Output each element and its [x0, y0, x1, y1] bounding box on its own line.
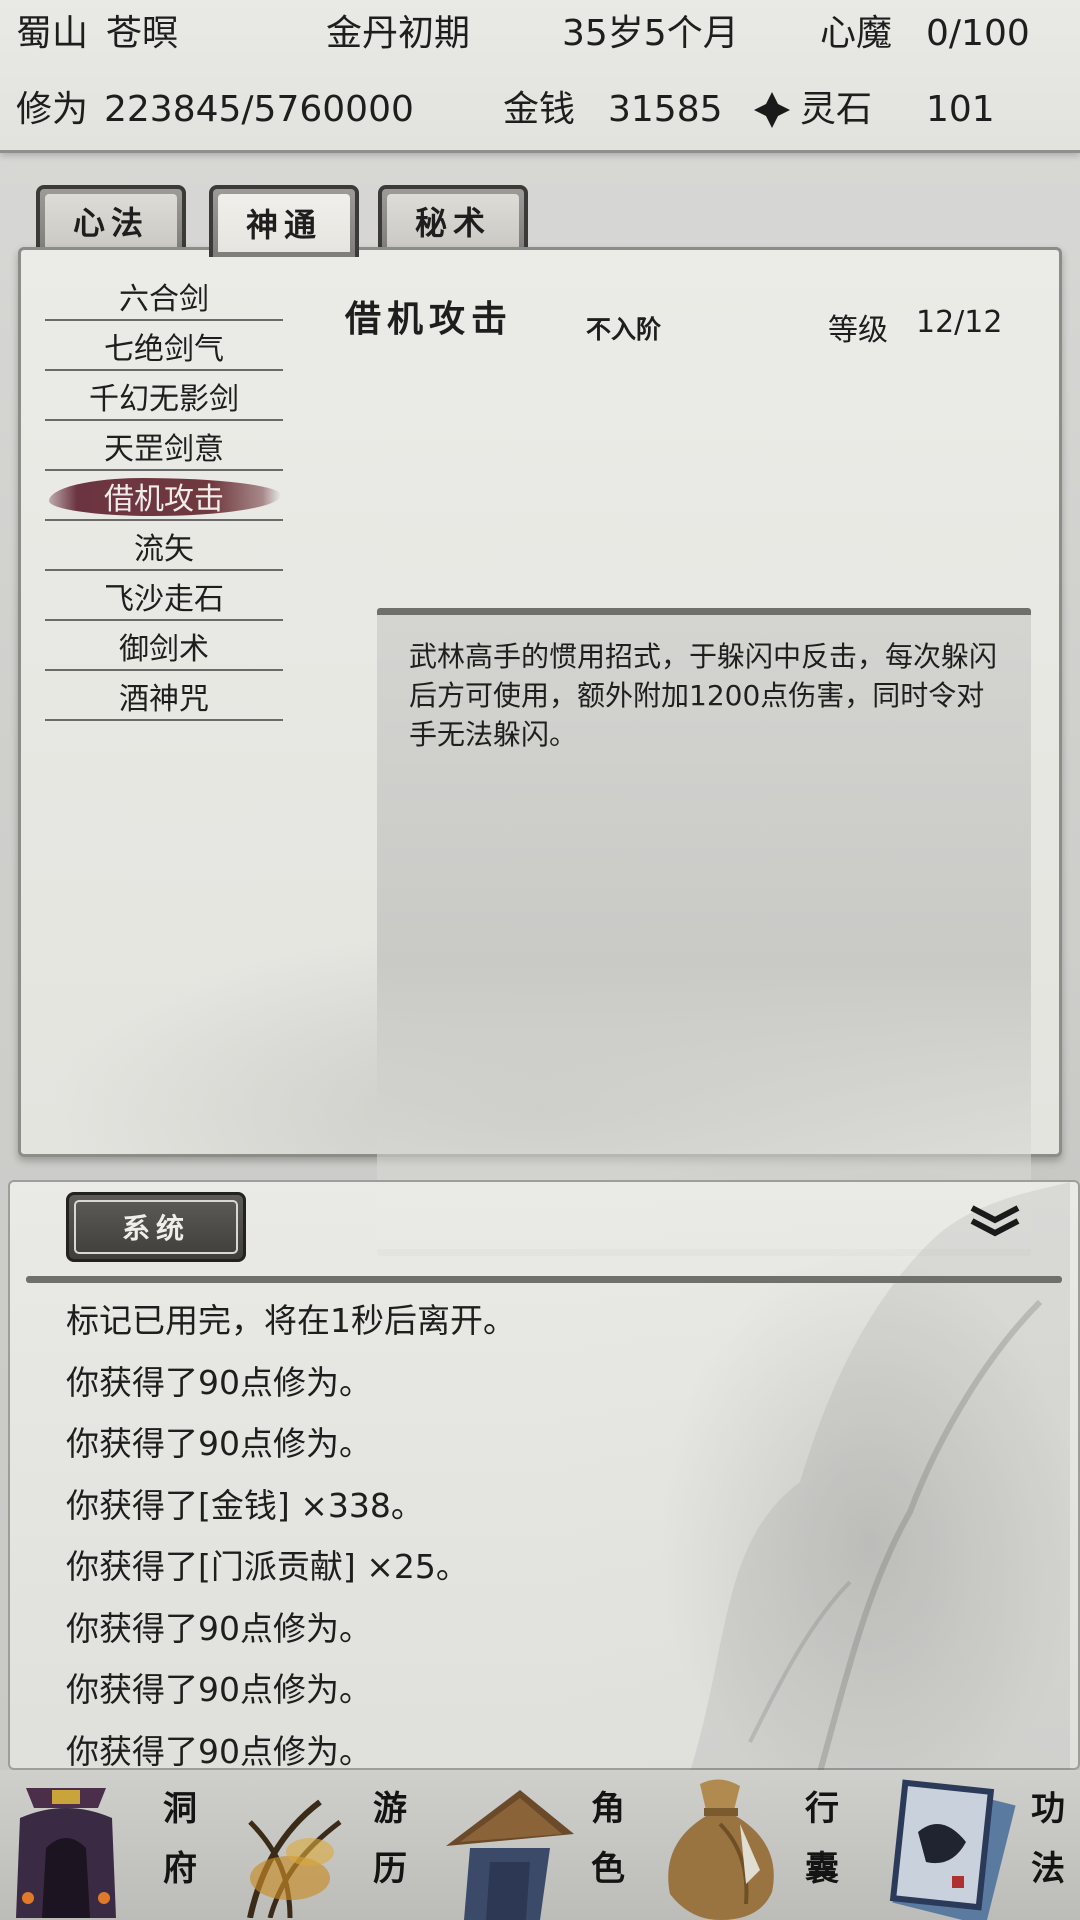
skill-item[interactable]: 六合剑 [45, 272, 283, 321]
nav-cave[interactable]: 洞 府 [0, 1770, 216, 1920]
log-message: 你获得了90点修为。 [66, 1362, 372, 1402]
skill-item[interactable]: 飞沙走石 [45, 572, 283, 621]
log-message: 你获得了90点修为。 [66, 1608, 372, 1648]
spirit-stone-value: 101 [926, 89, 995, 130]
player-name: 苍暝 [106, 13, 179, 54]
log-divider [26, 1276, 1062, 1283]
cultivation-value: 223845/5760000 [104, 89, 414, 130]
skill-list: 六合剑 七绝剑气 千幻无影剑 天罡剑意 借机攻击 流矢 飞沙走石 御剑术 酒神咒 [45, 272, 283, 722]
log-message: 你获得了[金钱] ×338。 [66, 1485, 424, 1525]
tab-mishu[interactable]: 秘术 [378, 185, 528, 253]
player-age: 35岁5个月 [562, 13, 739, 54]
skill-item[interactable]: 御剑术 [45, 622, 283, 671]
message-log-panel: 系统 标记已用完，将在1秒后离开。 你获得了90点修为。 你获得了90点修为。 … [8, 1180, 1080, 1772]
cultivation-realm: 金丹初期 [326, 13, 471, 54]
ink-mountain-decoration [690, 1182, 1070, 1772]
travel-reeds-icon [247, 1799, 342, 1918]
player-sect: 蜀山 [16, 13, 89, 54]
pouch-bag-icon [668, 1779, 774, 1920]
skill-description: 武林高手的惯用招式，于躲闪中反击，每次躲闪后方可使用，额外附加1200点伤害，同… [409, 640, 998, 751]
money-value: 31585 [608, 89, 723, 130]
skill-item[interactable]: 天罡剑意 [45, 422, 283, 471]
heart-demon-value: 0/100 [926, 13, 1030, 54]
skill-panel: 六合剑 七绝剑气 千幻无影剑 天罡剑意 借机攻击 流矢 飞沙走石 御剑术 酒神咒… [18, 247, 1062, 1256]
skill-item[interactable]: 流矢 [45, 522, 283, 571]
scroll-book-icon [889, 1779, 1016, 1920]
bottom-nav: 洞 府 游 历 角 色 行 囊 功 法 [0, 1770, 1080, 1920]
log-message: 你获得了90点修为。 [66, 1424, 372, 1463]
skill-title: 借机攻击 [345, 298, 514, 340]
log-message: 标记已用完，将在1秒后离开。 [66, 1301, 516, 1340]
skill-level-label: 等级 [828, 313, 888, 348]
tab-mishu-label: 秘术 [387, 194, 519, 248]
status-bar: 蜀山 苍暝 金丹初期 35岁5个月 心魔 0/100 修为 223845/576… [0, 0, 1080, 153]
tab-shentong-label: 神通 [218, 194, 350, 252]
character-straw-hat-icon [446, 1790, 574, 1920]
skill-description-box: 武林高手的惯用招式，于躲闪中反击，每次躲闪后方可使用，额外附加1200点伤害，同… [377, 608, 1031, 1256]
cave-dwelling-icon [16, 1788, 116, 1918]
tab-xinfa-label: 心法 [45, 194, 177, 248]
skill-item[interactable]: 酒神咒 [45, 672, 283, 721]
cultivation-label: 修为 [16, 89, 89, 130]
money-label: 金钱 [503, 89, 576, 130]
log-message: 你获得了90点修为。 [66, 1670, 372, 1709]
skill-item[interactable]: 七绝剑气 [45, 322, 283, 371]
skill-item[interactable]: 千幻无影剑 [45, 372, 283, 421]
heart-demon-label: 心魔 [820, 13, 893, 54]
spirit-stone-label: 灵石 [800, 89, 873, 130]
skill-level-value: 12/12 [916, 305, 1003, 340]
tab-xinfa[interactable]: 心法 [36, 185, 186, 253]
nav-skills[interactable]: 功 法 [864, 1770, 1080, 1920]
nav-travel[interactable]: 游 历 [216, 1770, 432, 1920]
double-chevron-down-icon[interactable] [968, 1204, 1022, 1238]
skill-rank: 不入阶 [586, 315, 662, 344]
log-message: 你获得了[门派贡献] ×25。 [66, 1547, 469, 1586]
skill-item-selected[interactable]: 借机攻击 [45, 472, 283, 521]
nav-bag[interactable]: 行 囊 [648, 1770, 864, 1920]
system-log-tab-label: 系统 [74, 1200, 238, 1254]
spirit-stone-icon [754, 92, 790, 128]
system-log-tab[interactable]: 系统 [66, 1192, 246, 1262]
log-message-list: 标记已用完，将在1秒后离开。 你获得了90点修为。 你获得了90点修为。 你获得… [66, 1290, 516, 1782]
tab-shentong[interactable]: 神通 [209, 185, 359, 257]
nav-character[interactable]: 角 色 [432, 1770, 648, 1920]
